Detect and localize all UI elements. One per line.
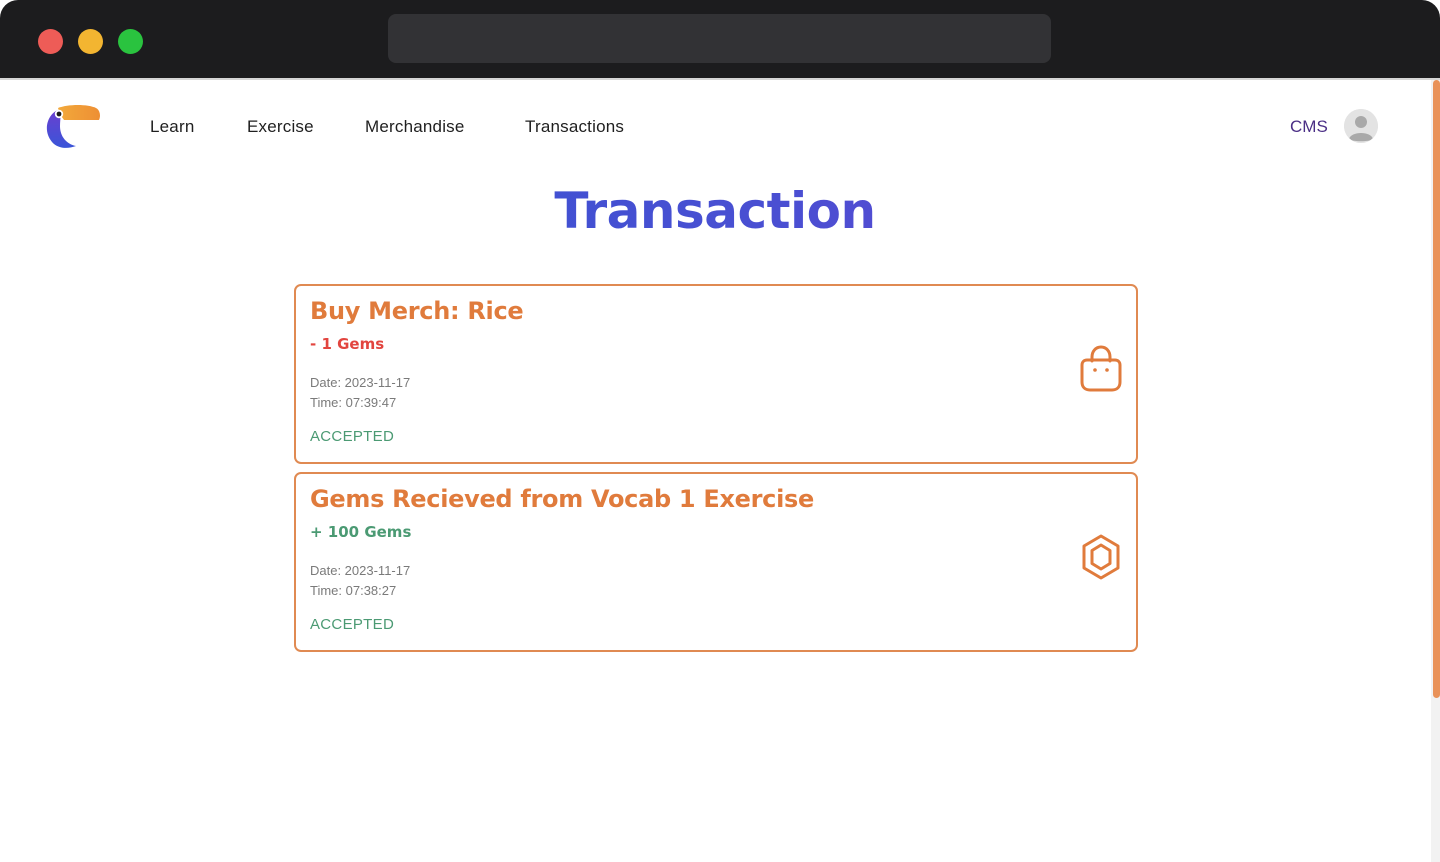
nav-exercise[interactable]: Exercise (247, 117, 314, 137)
transaction-amount: + 100 Gems (310, 523, 412, 541)
nav-cms[interactable]: CMS (1290, 117, 1328, 137)
browser-titlebar (0, 0, 1440, 78)
address-bar[interactable] (388, 14, 1051, 63)
nav-merchandise[interactable]: Merchandise (365, 117, 465, 137)
transaction-date: Date: 2023-11-17 (310, 375, 411, 390)
toucan-logo-icon[interactable] (44, 104, 102, 150)
user-avatar[interactable] (1344, 109, 1378, 143)
nav-transactions[interactable]: Transactions (525, 117, 624, 137)
transaction-title: Buy Merch: Rice (310, 297, 524, 325)
gem-hexagon-icon (1082, 534, 1120, 580)
transaction-time: Time: 07:38:27 (310, 583, 397, 598)
transaction-time: Time: 07:39:47 (310, 395, 397, 410)
browser-window: Learn Exercise Merchandise Transactions … (0, 0, 1440, 862)
shopping-bag-icon (1080, 345, 1122, 392)
close-window-button[interactable] (38, 29, 63, 54)
user-avatar-icon (1344, 109, 1378, 143)
transaction-title: Gems Recieved from Vocab 1 Exercise (310, 485, 814, 513)
minimize-window-button[interactable] (78, 29, 103, 54)
nav-learn[interactable]: Learn (150, 117, 194, 137)
transaction-status: ACCEPTED (310, 428, 395, 445)
maximize-window-button[interactable] (118, 29, 143, 54)
top-navbar: Learn Exercise Merchandise Transactions … (0, 80, 1430, 175)
page-title: Transaction (0, 178, 1430, 244)
transaction-amount: - 1 Gems (310, 335, 385, 353)
transaction-card: Gems Recieved from Vocab 1 Exercise + 10… (294, 472, 1138, 652)
transaction-card: Buy Merch: Rice - 1 Gems Date: 2023-11-1… (294, 284, 1138, 464)
scrollbar-thumb[interactable] (1433, 80, 1440, 698)
transaction-status: ACCEPTED (310, 616, 395, 633)
transaction-date: Date: 2023-11-17 (310, 563, 411, 578)
